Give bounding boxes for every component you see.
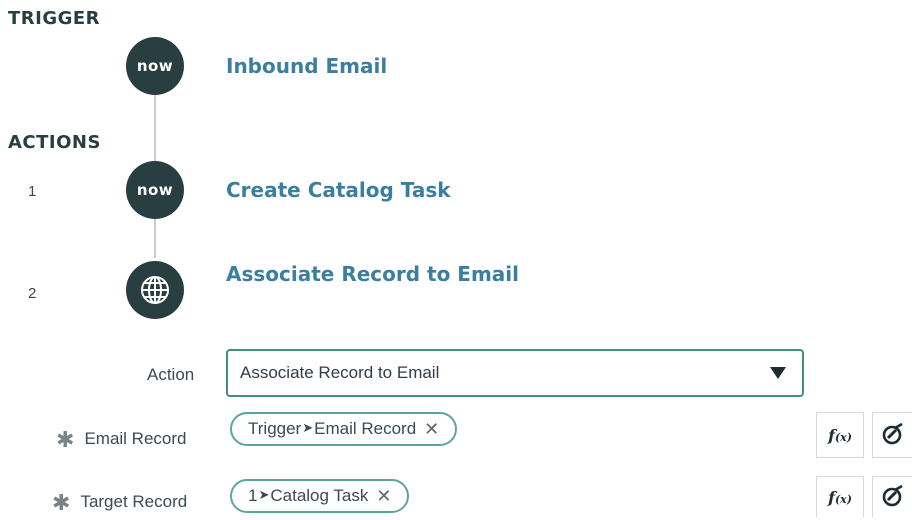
data-pill-picker-icon bbox=[882, 484, 903, 507]
data-pill-picker-button[interactable] bbox=[872, 476, 912, 517]
email-record-label: Email Record bbox=[84, 429, 187, 448]
actions-section-label: ACTIONS bbox=[8, 132, 101, 153]
arrow-icon: ➤ bbox=[302, 420, 314, 435]
now-logo: now bbox=[136, 57, 174, 75]
action-select-value: Associate Record to Email bbox=[240, 363, 440, 382]
action-1-node-logo: now bbox=[126, 161, 184, 219]
trigger-title[interactable]: Inbound Email bbox=[226, 54, 387, 78]
globe-icon bbox=[141, 276, 169, 304]
email-record-pill[interactable]: Trigger ➤ Email Record ✕ bbox=[230, 412, 458, 446]
pill-value: Email Record bbox=[314, 419, 417, 438]
action-1-title[interactable]: Create Catalog Task bbox=[226, 178, 451, 202]
action-number-2: 2 bbox=[28, 285, 37, 302]
remove-pill-icon[interactable]: ✕ bbox=[424, 419, 439, 440]
required-icon: ✱ bbox=[52, 490, 71, 515]
action-select[interactable]: Associate Record to Email bbox=[226, 349, 804, 397]
target-record-label-group: ✱ Target Record bbox=[52, 487, 188, 515]
data-pill-picker-icon bbox=[882, 422, 903, 445]
target-record-pill[interactable]: 1 ➤ Catalog Task ✕ bbox=[230, 479, 410, 513]
arrow-icon: ➤ bbox=[258, 487, 270, 502]
fx-button[interactable]: f(x) bbox=[816, 412, 864, 458]
data-pill-picker-button[interactable] bbox=[872, 412, 912, 458]
trigger-node-logo: now bbox=[126, 37, 184, 95]
function-icon: f(x) bbox=[828, 487, 852, 507]
pill-source: Trigger bbox=[248, 419, 302, 438]
action-number-1: 1 bbox=[28, 183, 37, 200]
action-2-node bbox=[126, 261, 184, 319]
pill-value: Catalog Task bbox=[270, 486, 369, 505]
action-2-title[interactable]: Associate Record to Email bbox=[226, 262, 519, 286]
pill-source: 1 bbox=[248, 486, 258, 505]
action-field-label: Action bbox=[147, 365, 195, 384]
trigger-connector bbox=[154, 93, 156, 163]
trigger-section-label: TRIGGER bbox=[8, 8, 101, 29]
action-connector bbox=[154, 218, 156, 258]
chevron-down-icon[interactable] bbox=[770, 367, 786, 379]
function-icon: f(x) bbox=[828, 425, 852, 445]
fx-button[interactable]: f(x) bbox=[816, 476, 864, 517]
target-record-label: Target Record bbox=[80, 492, 188, 511]
now-logo: now bbox=[136, 181, 174, 199]
email-record-label-group: ✱ Email Record bbox=[56, 424, 187, 452]
required-icon: ✱ bbox=[56, 427, 75, 452]
remove-pill-icon[interactable]: ✕ bbox=[376, 486, 391, 507]
